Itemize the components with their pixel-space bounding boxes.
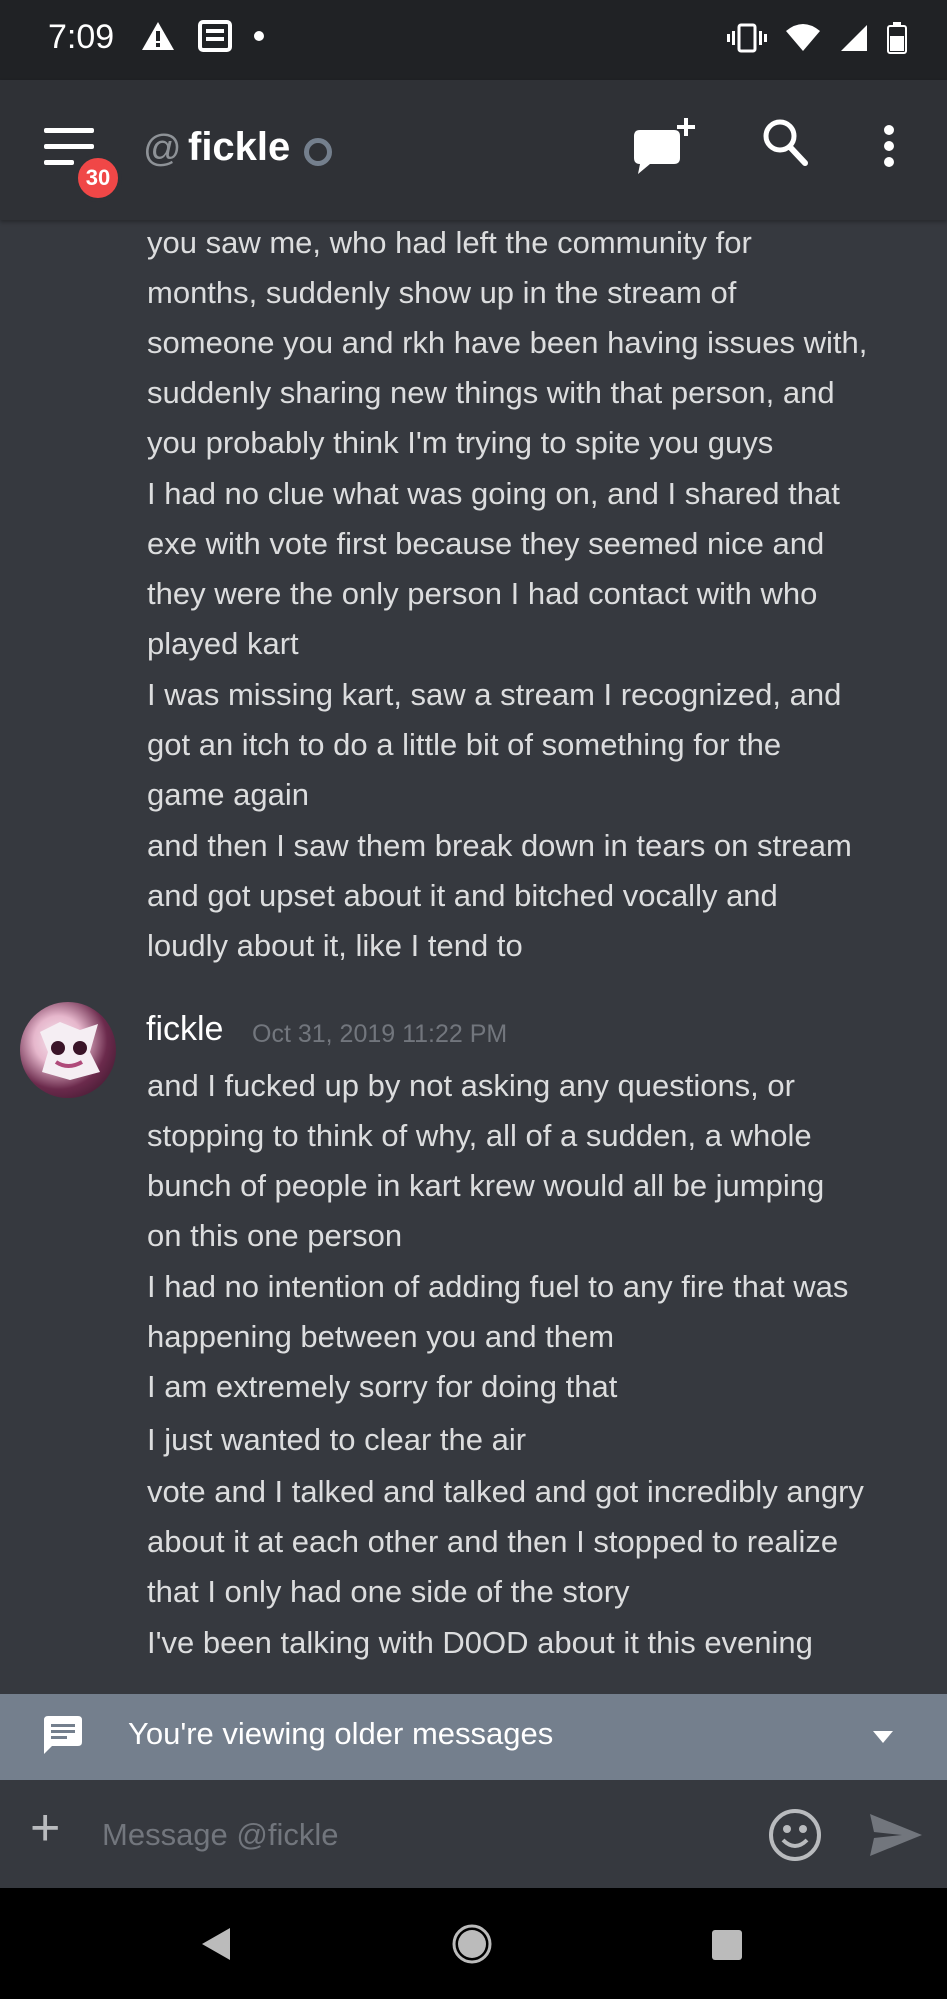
attach-plus-icon[interactable]: + <box>30 1802 60 1854</box>
more-options-icon[interactable] <box>882 124 896 168</box>
message-line: played kart <box>147 626 299 661</box>
avatar-image-icon <box>40 1022 100 1080</box>
message-line: I am extremely sorry for doing that <box>147 1369 618 1404</box>
message-author[interactable]: fickle <box>146 1010 223 1049</box>
older-messages-label: You're viewing older messages <box>128 1716 554 1751</box>
message-line: and I fucked up by not asking any questi… <box>147 1068 795 1103</box>
unread-badge: 30 <box>74 154 122 202</box>
battery-icon <box>887 22 907 54</box>
older-messages-bar[interactable]: You're viewing older messages <box>0 1694 947 1780</box>
message-line: bunch of people in kart krew would all b… <box>147 1168 825 1203</box>
notification-dot-icon <box>254 31 264 41</box>
message-composer: + <box>0 1780 947 1888</box>
message-line: vote and I talked and talked and got inc… <box>147 1474 864 1509</box>
message-line: loudly about it, like I tend to <box>147 928 523 963</box>
message-line: stopping to think of why, all of a sudde… <box>147 1118 812 1153</box>
message-list[interactable]: you saw me, who had left the community f… <box>0 220 947 1694</box>
message-line: you saw me, who had left the community f… <box>147 225 752 260</box>
message-line: and then I saw them break down in tears … <box>147 828 852 863</box>
message-line: you probably think I'm trying to spite y… <box>147 425 774 460</box>
signal-icon <box>841 25 867 51</box>
offline-status-icon <box>304 138 332 166</box>
message-input[interactable] <box>100 1806 744 1864</box>
message-line: months, suddenly show up in the stream o… <box>147 275 737 310</box>
message-line: happening between you and them <box>147 1319 615 1354</box>
wifi-icon <box>786 24 820 51</box>
at-symbol: @ <box>143 128 182 170</box>
vibrate-icon <box>727 23 767 53</box>
message-line: I was missing kart, saw a stream I recog… <box>147 677 842 712</box>
message-line: suddenly sharing new things with that pe… <box>147 375 835 410</box>
new-group-dm-icon[interactable] <box>630 118 696 180</box>
channel-name: fickle <box>188 125 291 169</box>
send-icon[interactable] <box>868 1812 924 1858</box>
message-line: about it at each other and then I stoppe… <box>147 1524 839 1559</box>
message-line: game again <box>147 777 310 812</box>
search-icon[interactable] <box>762 118 808 168</box>
status-time: 7:09 <box>48 18 115 56</box>
warning-icon <box>142 22 174 50</box>
home-icon[interactable] <box>450 1922 494 1966</box>
back-icon[interactable] <box>200 1926 232 1962</box>
channel-header: 30 @ fickle <box>0 80 947 220</box>
message-line: that I only had one side of the story <box>147 1574 630 1609</box>
message-timestamp: Oct 31, 2019 11:22 PM <box>252 1020 508 1048</box>
message-line: I just wanted to clear the air <box>147 1422 527 1457</box>
message-line: exe with vote first because they seemed … <box>147 526 825 561</box>
message-line: I had no intention of adding fuel to any… <box>147 1269 849 1304</box>
emoji-icon[interactable] <box>768 1808 822 1862</box>
message-line: on this one person <box>147 1218 403 1253</box>
message-icon <box>44 1716 82 1754</box>
avatar[interactable] <box>20 1002 116 1098</box>
message-line: I've been talking with D0OD about it thi… <box>147 1625 813 1660</box>
system-navigation-bar <box>0 1888 947 1999</box>
message-line: they were the only person I had contact … <box>147 576 818 611</box>
recents-icon[interactable] <box>710 1928 744 1962</box>
message-line: and got upset about it and bitched vocal… <box>147 878 778 913</box>
message-line: someone you and rkh have been having iss… <box>147 325 868 360</box>
message-line: I had no clue what was going on, and I s… <box>147 476 840 511</box>
status-bar: 7:09 <box>0 0 947 80</box>
jump-to-present-icon[interactable] <box>872 1730 894 1744</box>
message-line: got an itch to do a little bit of someth… <box>147 727 782 762</box>
news-icon <box>198 20 232 52</box>
